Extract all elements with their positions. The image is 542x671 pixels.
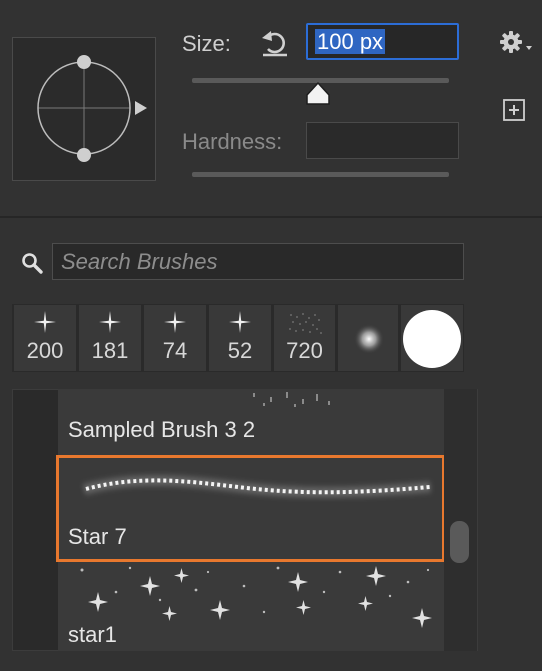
size-slider-thumb[interactable]: [303, 81, 333, 107]
texture-brush-icon: [288, 313, 322, 334]
soft-round-brush-icon: [354, 324, 384, 354]
recent-brush-tile[interactable]: 74: [143, 304, 207, 372]
recent-brush-size: 52: [227, 338, 253, 363]
hardness-field: [306, 122, 459, 159]
recent-brush-tile[interactable]: [400, 304, 464, 372]
recent-brush-tile[interactable]: 52: [208, 304, 272, 372]
brush-list-scrollbar-thumb[interactable]: [450, 521, 469, 563]
recent-brush-size: 181: [91, 338, 129, 363]
brush-list-scrollbar[interactable]: [444, 389, 477, 651]
star-brush-icon: [164, 311, 186, 333]
recent-brush-size: 200: [26, 338, 64, 363]
selected-brush-outline: [56, 455, 445, 562]
recent-brush-tile[interactable]: 181: [78, 304, 142, 372]
recent-brush-tile[interactable]: 200: [13, 304, 77, 372]
star-brush-icon: [34, 311, 56, 333]
brush-stroke-preview: [253, 392, 330, 407]
section-divider: [0, 216, 542, 218]
brush-name: star1: [68, 622, 117, 647]
hard-round-brush-icon: [403, 310, 461, 368]
gear-icon[interactable]: [500, 28, 536, 56]
recent-brush-tile[interactable]: 720: [273, 304, 336, 372]
brush-list-item[interactable]: star1: [58, 562, 444, 651]
recent-brush-tile[interactable]: [337, 304, 399, 372]
brush-stroke-preview: [80, 566, 432, 628]
brush-list-item[interactable]: Sampled Brush 3 2: [58, 389, 444, 453]
reset-icon[interactable]: [259, 27, 291, 59]
search-icon: [20, 251, 44, 275]
star-brush-icon: [229, 311, 251, 333]
brush-angle-roundness-widget[interactable]: [12, 37, 156, 181]
search-brushes-input[interactable]: [52, 243, 464, 280]
size-field[interactable]: 100 px: [306, 23, 459, 60]
hardness-slider-track: [192, 172, 449, 177]
hardness-label: Hardness:: [182, 129, 283, 154]
brush-name: Sampled Brush 3 2: [68, 417, 256, 442]
new-preset-icon[interactable]: [502, 98, 526, 122]
size-value: 100 px: [315, 29, 386, 54]
recent-brush-size: 720: [286, 338, 323, 363]
star-brush-icon: [99, 311, 121, 333]
recent-brush-size: 74: [162, 338, 188, 363]
size-label: Size:: [182, 31, 231, 56]
